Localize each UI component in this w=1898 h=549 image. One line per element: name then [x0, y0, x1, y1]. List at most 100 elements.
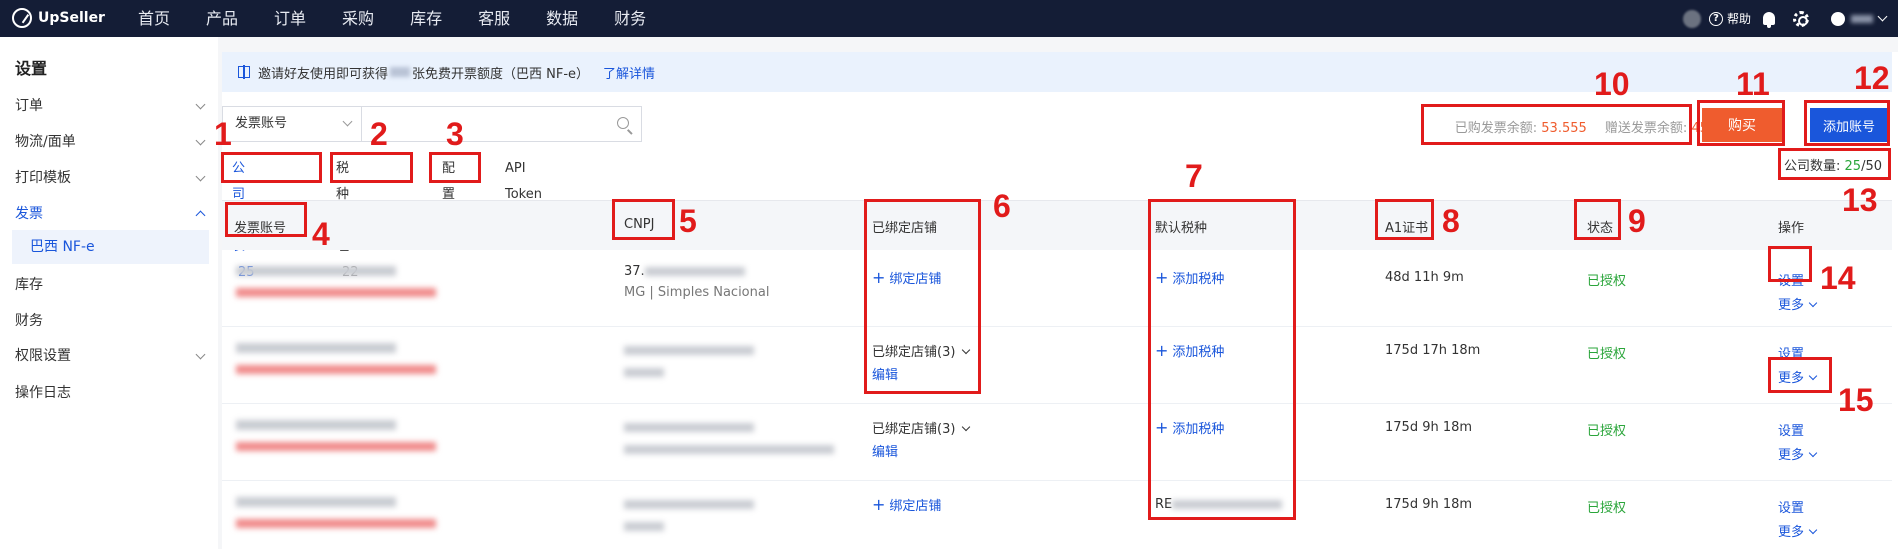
table-row: 37. MG | Simples Nacional + 绑定店铺 + 添加税种 48… [222, 250, 1892, 327]
annotation-number-10: 10 [1594, 66, 1630, 102]
search-icon[interactable] [617, 117, 629, 129]
invoice-account-cell [236, 343, 436, 374]
annotation-number-9: 9 [1628, 203, 1646, 239]
nav-item-products[interactable]: 产品 [206, 0, 238, 37]
sidebar-title: 设置 [15, 59, 48, 78]
blurred-company-name [236, 497, 396, 507]
annotation-box-12 [1804, 100, 1890, 146]
more-label: 更多 [1778, 525, 1805, 540]
a1-cert-cell: 175d 17h 18m [1385, 343, 1481, 358]
invoice-account-cell [236, 497, 436, 528]
help-button[interactable]: ? 帮助 [1708, 10, 1751, 27]
annotation-box-10 [1421, 104, 1692, 145]
annotation-box-15 [1768, 357, 1832, 393]
sidebar-item-orders[interactable]: 订单 [0, 89, 218, 123]
sidebar-item-finance[interactable]: 财务 [0, 304, 218, 338]
annotation-number-14: 14 [1820, 260, 1856, 296]
sidebar-item-invoice[interactable]: 发票 [0, 197, 218, 231]
blurred-cnpj-sub [624, 522, 664, 531]
bound-stores-cell[interactable]: 已绑定店铺(3) 编辑 [872, 418, 971, 460]
blurred-cnpj [644, 267, 745, 276]
status-badge: 已授权 [1587, 501, 1627, 516]
user-menu[interactable] [1831, 11, 1888, 26]
search-field-value: 发票账号 [235, 116, 288, 131]
search-field-select[interactable]: 发票账号 [223, 107, 362, 141]
sidebar: 设置 订单 物流/面单 打印模板 发票 巴西 NF-e 库存 财务 权限设置 操… [0, 37, 218, 549]
nav-item-data[interactable]: 数据 [546, 0, 578, 37]
blurred-avatar[interactable] [1682, 9, 1701, 28]
annotation-box-5 [612, 199, 675, 240]
table-row: + 绑定店铺 RE 175d 9h 18m 已授权 设置 更多 [222, 481, 1892, 549]
sidebar-item-label: 打印模板 [15, 170, 71, 186]
main-nav: 首页 产品 订单 采购 库存 客服 数据 财务 [138, 0, 682, 37]
annotation-box-4 [225, 202, 307, 237]
annotation-number-2: 2 [370, 116, 388, 152]
column-header-actions: 操作 [1778, 221, 1805, 236]
status-badge: 已授权 [1587, 424, 1627, 439]
status-badge: 已授权 [1587, 347, 1627, 362]
cnpj-state-regime: MG | Simples Nacional [624, 285, 770, 300]
banner-text-after: 张免费开票额度（巴西 NF-e） [412, 66, 590, 82]
chevron-down-icon [195, 99, 206, 110]
cnpj-prefix: 37. [624, 264, 645, 279]
blurred-quota-number [390, 67, 411, 77]
annotation-number-15: 15 [1838, 382, 1874, 418]
sidebar-item-permissions[interactable]: 权限设置 [0, 339, 218, 373]
gear-icon[interactable] [1793, 10, 1809, 27]
edit-stores-link[interactable]: 编辑 [872, 441, 969, 460]
table-row: 已绑定店铺(3) 编辑 + 添加税种 175d 9h 18m 已授权 设置 更多 [222, 404, 1892, 481]
chevron-down-icon [1877, 11, 1888, 22]
blurred-warning-text [236, 519, 436, 528]
search-input[interactable] [362, 107, 641, 141]
more-menu[interactable]: 更多 [1778, 521, 1818, 540]
blurred-warning-text [236, 442, 436, 451]
gift-icon [238, 65, 250, 79]
blurred-cnpj-sub [624, 368, 664, 377]
upseller-logo-icon [12, 8, 32, 28]
blurred-company-name [236, 343, 396, 353]
bound-stores-label: 已绑定店铺(3) [872, 422, 956, 437]
invite-banner: 邀请好友使用即可获得 张免费开票额度（巴西 NF-e） 了解详情 [222, 52, 1892, 92]
more-menu[interactable]: 更多 [1778, 444, 1818, 463]
tab-api-token[interactable]: API Token [499, 156, 548, 202]
annotation-number-3: 3 [446, 116, 464, 152]
more-menu[interactable]: 更多 [1778, 294, 1818, 313]
nav-item-home[interactable]: 首页 [138, 0, 170, 37]
sidebar-item-print-templates[interactable]: 打印模板 [0, 161, 218, 195]
blurred-cnpj [624, 423, 754, 432]
top-nav-bar: UpSeller 首页 产品 订单 采购 库存 客服 数据 财务 ? 帮助 [0, 0, 1898, 37]
banner-text-before: 邀请好友使用即可获得 [258, 66, 389, 82]
sidebar-item-operation-log[interactable]: 操作日志 [0, 376, 218, 410]
learn-more-link[interactable]: 了解详情 [603, 63, 655, 82]
settings-link[interactable]: 设置 [1778, 497, 1804, 516]
nav-item-finance[interactable]: 财务 [614, 0, 646, 37]
cnpj-cell [624, 420, 834, 454]
a1-cert-cell: 48d 11h 9m [1385, 270, 1464, 285]
sidebar-item-label: 发票 [15, 206, 43, 222]
sidebar-item-inventory[interactable]: 库存 [0, 268, 218, 302]
annotation-box-14 [1768, 246, 1812, 282]
sidebar-item-label: 物流/面单 [15, 134, 76, 150]
chevron-up-icon [195, 210, 206, 221]
settings-link[interactable]: 设置 [1778, 420, 1804, 439]
sidebar-item-brazil-nfe[interactable]: 巴西 NF-e [12, 230, 209, 264]
more-label: 更多 [1778, 298, 1805, 313]
blurred-warning-text [236, 288, 436, 297]
blurred-company-name [236, 420, 396, 430]
nav-item-purchasing[interactable]: 采购 [342, 0, 374, 37]
blurred-cnpj [624, 500, 754, 509]
bind-store-link[interactable]: + 绑定店铺 [872, 495, 941, 514]
cnpj-cell [624, 497, 754, 531]
annotation-box-8 [1375, 199, 1434, 240]
annotation-box-6 [864, 199, 981, 394]
sidebar-item-logistics[interactable]: 物流/面单 [0, 125, 218, 159]
nav-item-orders[interactable]: 订单 [274, 0, 306, 37]
logo[interactable]: UpSeller [12, 8, 105, 28]
annotation-box-3 [429, 152, 481, 183]
blurred-warning-text [236, 365, 436, 374]
nav-item-customer-service[interactable]: 客服 [478, 0, 510, 37]
plus-icon: + [872, 495, 886, 514]
bell-icon[interactable] [1763, 12, 1775, 28]
nav-item-inventory[interactable]: 库存 [410, 0, 442, 37]
annotation-number-6: 6 [993, 188, 1011, 224]
